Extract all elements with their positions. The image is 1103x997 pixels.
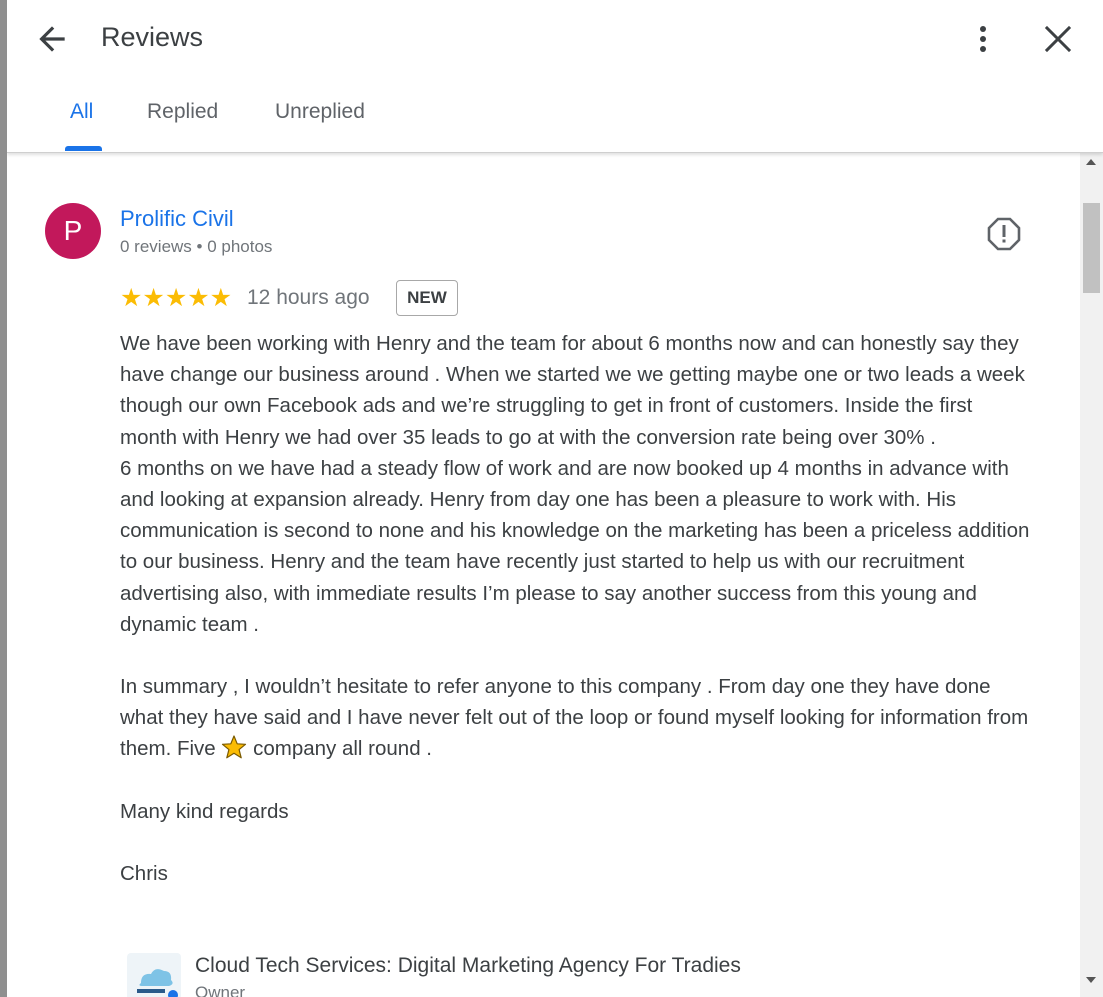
owner-name[interactable]: Cloud Tech Services: Digital Marketing A… — [195, 954, 741, 978]
active-tab-indicator — [65, 146, 102, 151]
scroll-down-arrow-icon[interactable] — [1086, 977, 1096, 983]
review-text: We have been working with Henry and the … — [120, 328, 1035, 889]
scroll-thumb[interactable] — [1083, 203, 1100, 293]
review-time: 12 hours ago — [247, 286, 370, 309]
new-badge: NEW — [396, 280, 458, 316]
owner-role: Owner — [195, 983, 246, 997]
review-paragraph: 6 months on we have had a steady flow of… — [120, 456, 1030, 636]
tab-all[interactable]: All — [70, 100, 93, 124]
close-button[interactable] — [1041, 21, 1075, 57]
star-rating: ★★★★★ — [120, 284, 233, 312]
arrow-left-icon — [39, 26, 65, 52]
review-list: P Prolific Civil 0 reviews • 0 photos ★★… — [7, 153, 1080, 997]
more-vert-icon — [980, 26, 986, 52]
scrollbar[interactable] — [1080, 153, 1103, 997]
reviewer-name[interactable]: Prolific Civil — [120, 206, 234, 232]
report-button[interactable] — [987, 217, 1021, 251]
dialog-header: Reviews All Replied Unreplied — [7, 0, 1103, 153]
report-icon — [987, 217, 1021, 251]
review-paragraph: Many kind regards — [120, 799, 289, 823]
tab-unreplied[interactable]: Unreplied — [275, 100, 365, 124]
review-paragraph-text: company all round . — [247, 737, 432, 761]
back-button[interactable] — [33, 20, 71, 58]
reviews-dialog: Reviews All Replied Unreplied P Prolific… — [7, 0, 1103, 997]
cloud-logo-icon — [137, 969, 178, 997]
more-options-button[interactable] — [969, 20, 997, 58]
reviewer-meta: 0 reviews • 0 photos — [120, 237, 273, 256]
star-emoji-icon — [222, 735, 247, 759]
review-paragraph: In summary , I wouldn’t hesitate to refe… — [120, 671, 1035, 765]
avatar[interactable]: P — [45, 203, 101, 259]
review-paragraph: We have been working with Henry and the … — [120, 332, 1025, 449]
close-icon — [1044, 25, 1072, 53]
owner-logo — [127, 953, 181, 997]
scroll-up-arrow-icon[interactable] — [1086, 159, 1096, 165]
tab-replied[interactable]: Replied — [147, 100, 218, 124]
review-paragraph: Chris — [120, 861, 168, 885]
dialog-title: Reviews — [101, 22, 204, 52]
